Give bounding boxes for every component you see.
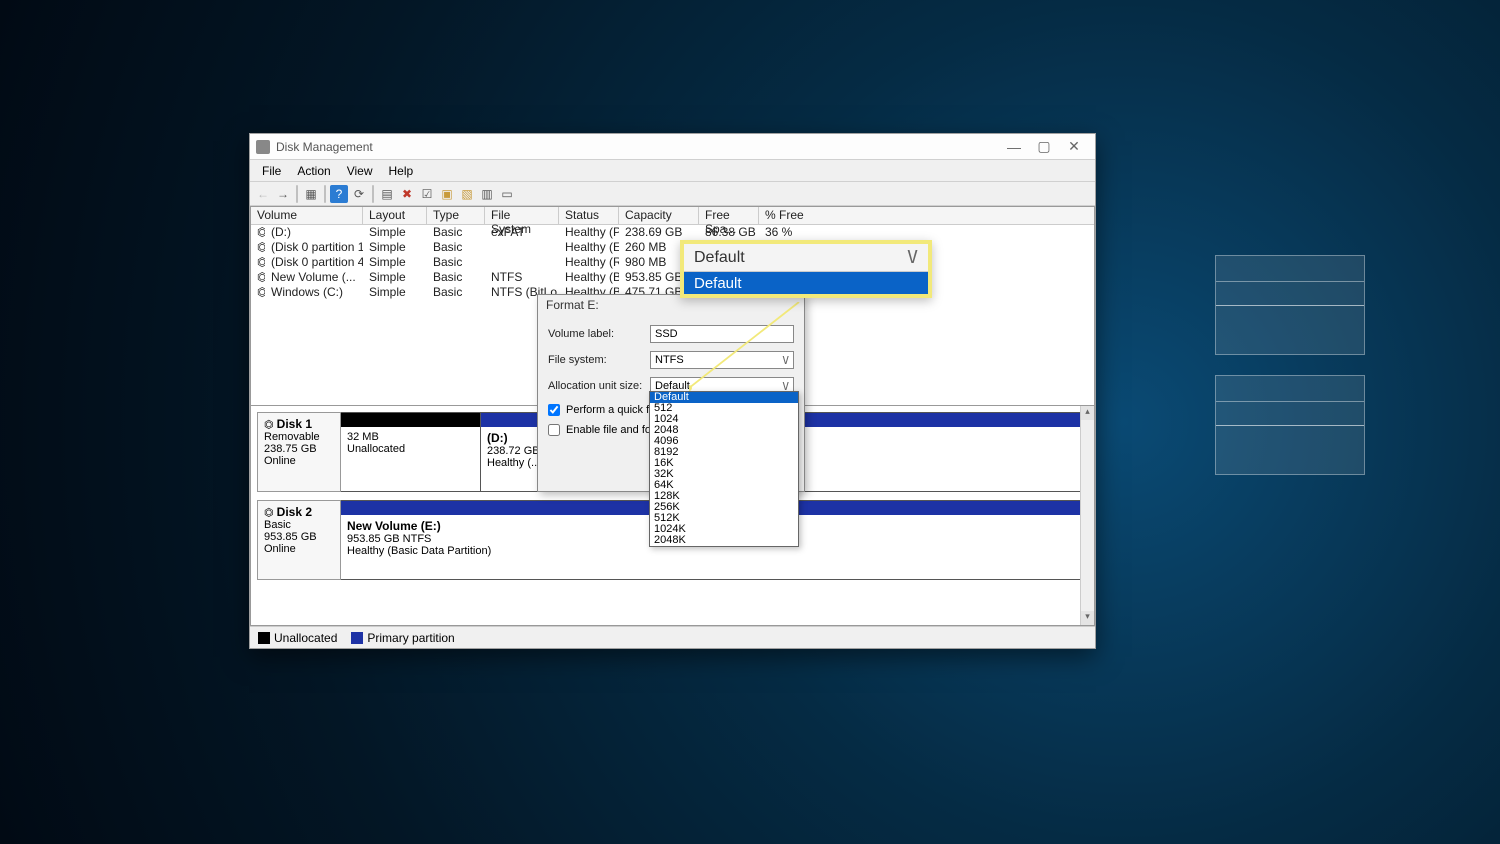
separator <box>372 185 374 203</box>
props2-button[interactable]: ▧ <box>458 185 476 203</box>
menu-file[interactable]: File <box>254 162 289 180</box>
col-type[interactable]: Type <box>427 207 485 224</box>
disk-state: Online <box>264 543 296 555</box>
maximize-button[interactable]: ▢ <box>1029 138 1059 155</box>
disk-size: 953.85 GB <box>264 531 317 543</box>
col-pctfree[interactable]: % Free <box>759 207 1094 224</box>
table-row[interactable]: ⏣(D:)SimpleBasicexFATHealthy (P...238.69… <box>251 225 1094 240</box>
partition-name: New Volume (E:) <box>347 519 441 533</box>
disk-info[interactable]: ⏣ Disk 1 Removable 238.75 GB Online <box>257 412 341 492</box>
list-button[interactable]: ▦ <box>302 185 320 203</box>
dropdown-option[interactable]: Default <box>650 392 798 403</box>
disk-kind: Removable <box>264 431 320 443</box>
col-filesystem[interactable]: File System <box>485 207 559 224</box>
partition-unallocated[interactable]: 32 MB Unallocated <box>341 413 481 491</box>
filesystem-label: File system: <box>548 354 650 366</box>
tree-button[interactable]: ▤ <box>378 185 396 203</box>
quick-format-input[interactable] <box>548 404 560 416</box>
callout-dropdown: Default V Default <box>680 240 932 298</box>
disk-name: Disk 1 <box>277 417 312 431</box>
menu-action[interactable]: Action <box>289 162 338 180</box>
chevron-down-icon: V <box>907 247 918 268</box>
disk-state: Online <box>264 455 296 467</box>
legend-primary: Primary partition <box>351 631 454 645</box>
dialog-title: Format E: <box>538 295 804 315</box>
table-row[interactable]: ⏣(Disk 0 partition 4)SimpleBasicHealthy … <box>251 255 1094 270</box>
partition-size: 953.85 GB NTFS <box>347 533 431 545</box>
partition-size: 32 MB <box>347 431 379 443</box>
volume-label-label: Volume label: <box>548 328 650 340</box>
close-button[interactable]: ✕ <box>1059 138 1089 155</box>
filesystem-select[interactable]: NTFSV <box>650 351 794 369</box>
legend: Unallocated Primary partition <box>250 626 1095 648</box>
disk-size: 238.75 GB <box>264 443 317 455</box>
col-volume[interactable]: Volume <box>251 207 363 224</box>
check-button[interactable]: ☑ <box>418 185 436 203</box>
app-icon <box>256 140 270 154</box>
partition-state: Healthy (Basic Data Partition) <box>347 545 491 557</box>
allocation-unit-size-label: Allocation unit size: <box>548 380 650 392</box>
callout-field[interactable]: Default V <box>684 244 928 272</box>
dropdown-option[interactable]: 2048K <box>650 535 798 546</box>
menu-help[interactable]: Help <box>381 162 422 180</box>
legend-unallocated: Unallocated <box>258 631 337 645</box>
callout-field-value: Default <box>694 249 745 267</box>
partition-name: (D:) <box>487 431 508 445</box>
disk-name: Disk 2 <box>277 505 312 519</box>
disk-info[interactable]: ⏣ Disk 2 Basic 953.85 GB Online <box>257 500 341 580</box>
windows-logo <box>1215 255 1365 475</box>
columns-button[interactable]: ▭ <box>498 185 516 203</box>
forward-button[interactable]: → <box>274 185 292 203</box>
separator <box>296 185 298 203</box>
volume-list-header: Volume Layout Type File System Status Ca… <box>251 207 1094 225</box>
partition-size: 238.72 GB <box>487 445 540 457</box>
callout-option-selected[interactable]: Default <box>684 272 928 294</box>
col-status[interactable]: Status <box>559 207 619 224</box>
scrollbar[interactable]: ▴▾ <box>1080 406 1094 625</box>
table-row[interactable]: ⏣New Volume (...SimpleBasicNTFSHealthy (… <box>251 270 1094 285</box>
partition-state: Unallocated <box>347 443 405 455</box>
window-title: Disk Management <box>276 140 373 154</box>
menu-view[interactable]: View <box>339 162 381 180</box>
back-button[interactable]: ← <box>254 185 272 203</box>
volume-label-input[interactable]: SSD <box>650 325 794 343</box>
disk-kind: Basic <box>264 519 291 531</box>
allocation-unit-size-dropdown[interactable]: Default512102420484096819216K32K64K128K2… <box>649 391 799 547</box>
toolbar: ← → ▦ ? ⟳ ▤ ✖ ☑ ▣ ▧ ▥ ▭ <box>250 182 1095 206</box>
menubar: File Action View Help <box>250 160 1095 182</box>
properties-button[interactable]: ▣ <box>438 185 456 203</box>
compression-input[interactable] <box>548 424 560 436</box>
delete-button[interactable]: ✖ <box>398 185 416 203</box>
titlebar[interactable]: Disk Management — ▢ ✕ <box>250 134 1095 160</box>
help-button[interactable]: ? <box>330 185 348 203</box>
partition-state: Healthy (... <box>487 457 540 469</box>
refresh-button[interactable]: ⟳ <box>350 185 368 203</box>
col-layout[interactable]: Layout <box>363 207 427 224</box>
grid-button[interactable]: ▥ <box>478 185 496 203</box>
separator <box>324 185 326 203</box>
chevron-down-icon: V <box>782 354 789 367</box>
minimize-button[interactable]: — <box>999 139 1029 155</box>
table-row[interactable]: ⏣(Disk 0 partition 1)SimpleBasicHealthy … <box>251 240 1094 255</box>
col-freespace[interactable]: Free Spa... <box>699 207 759 224</box>
col-capacity[interactable]: Capacity <box>619 207 699 224</box>
